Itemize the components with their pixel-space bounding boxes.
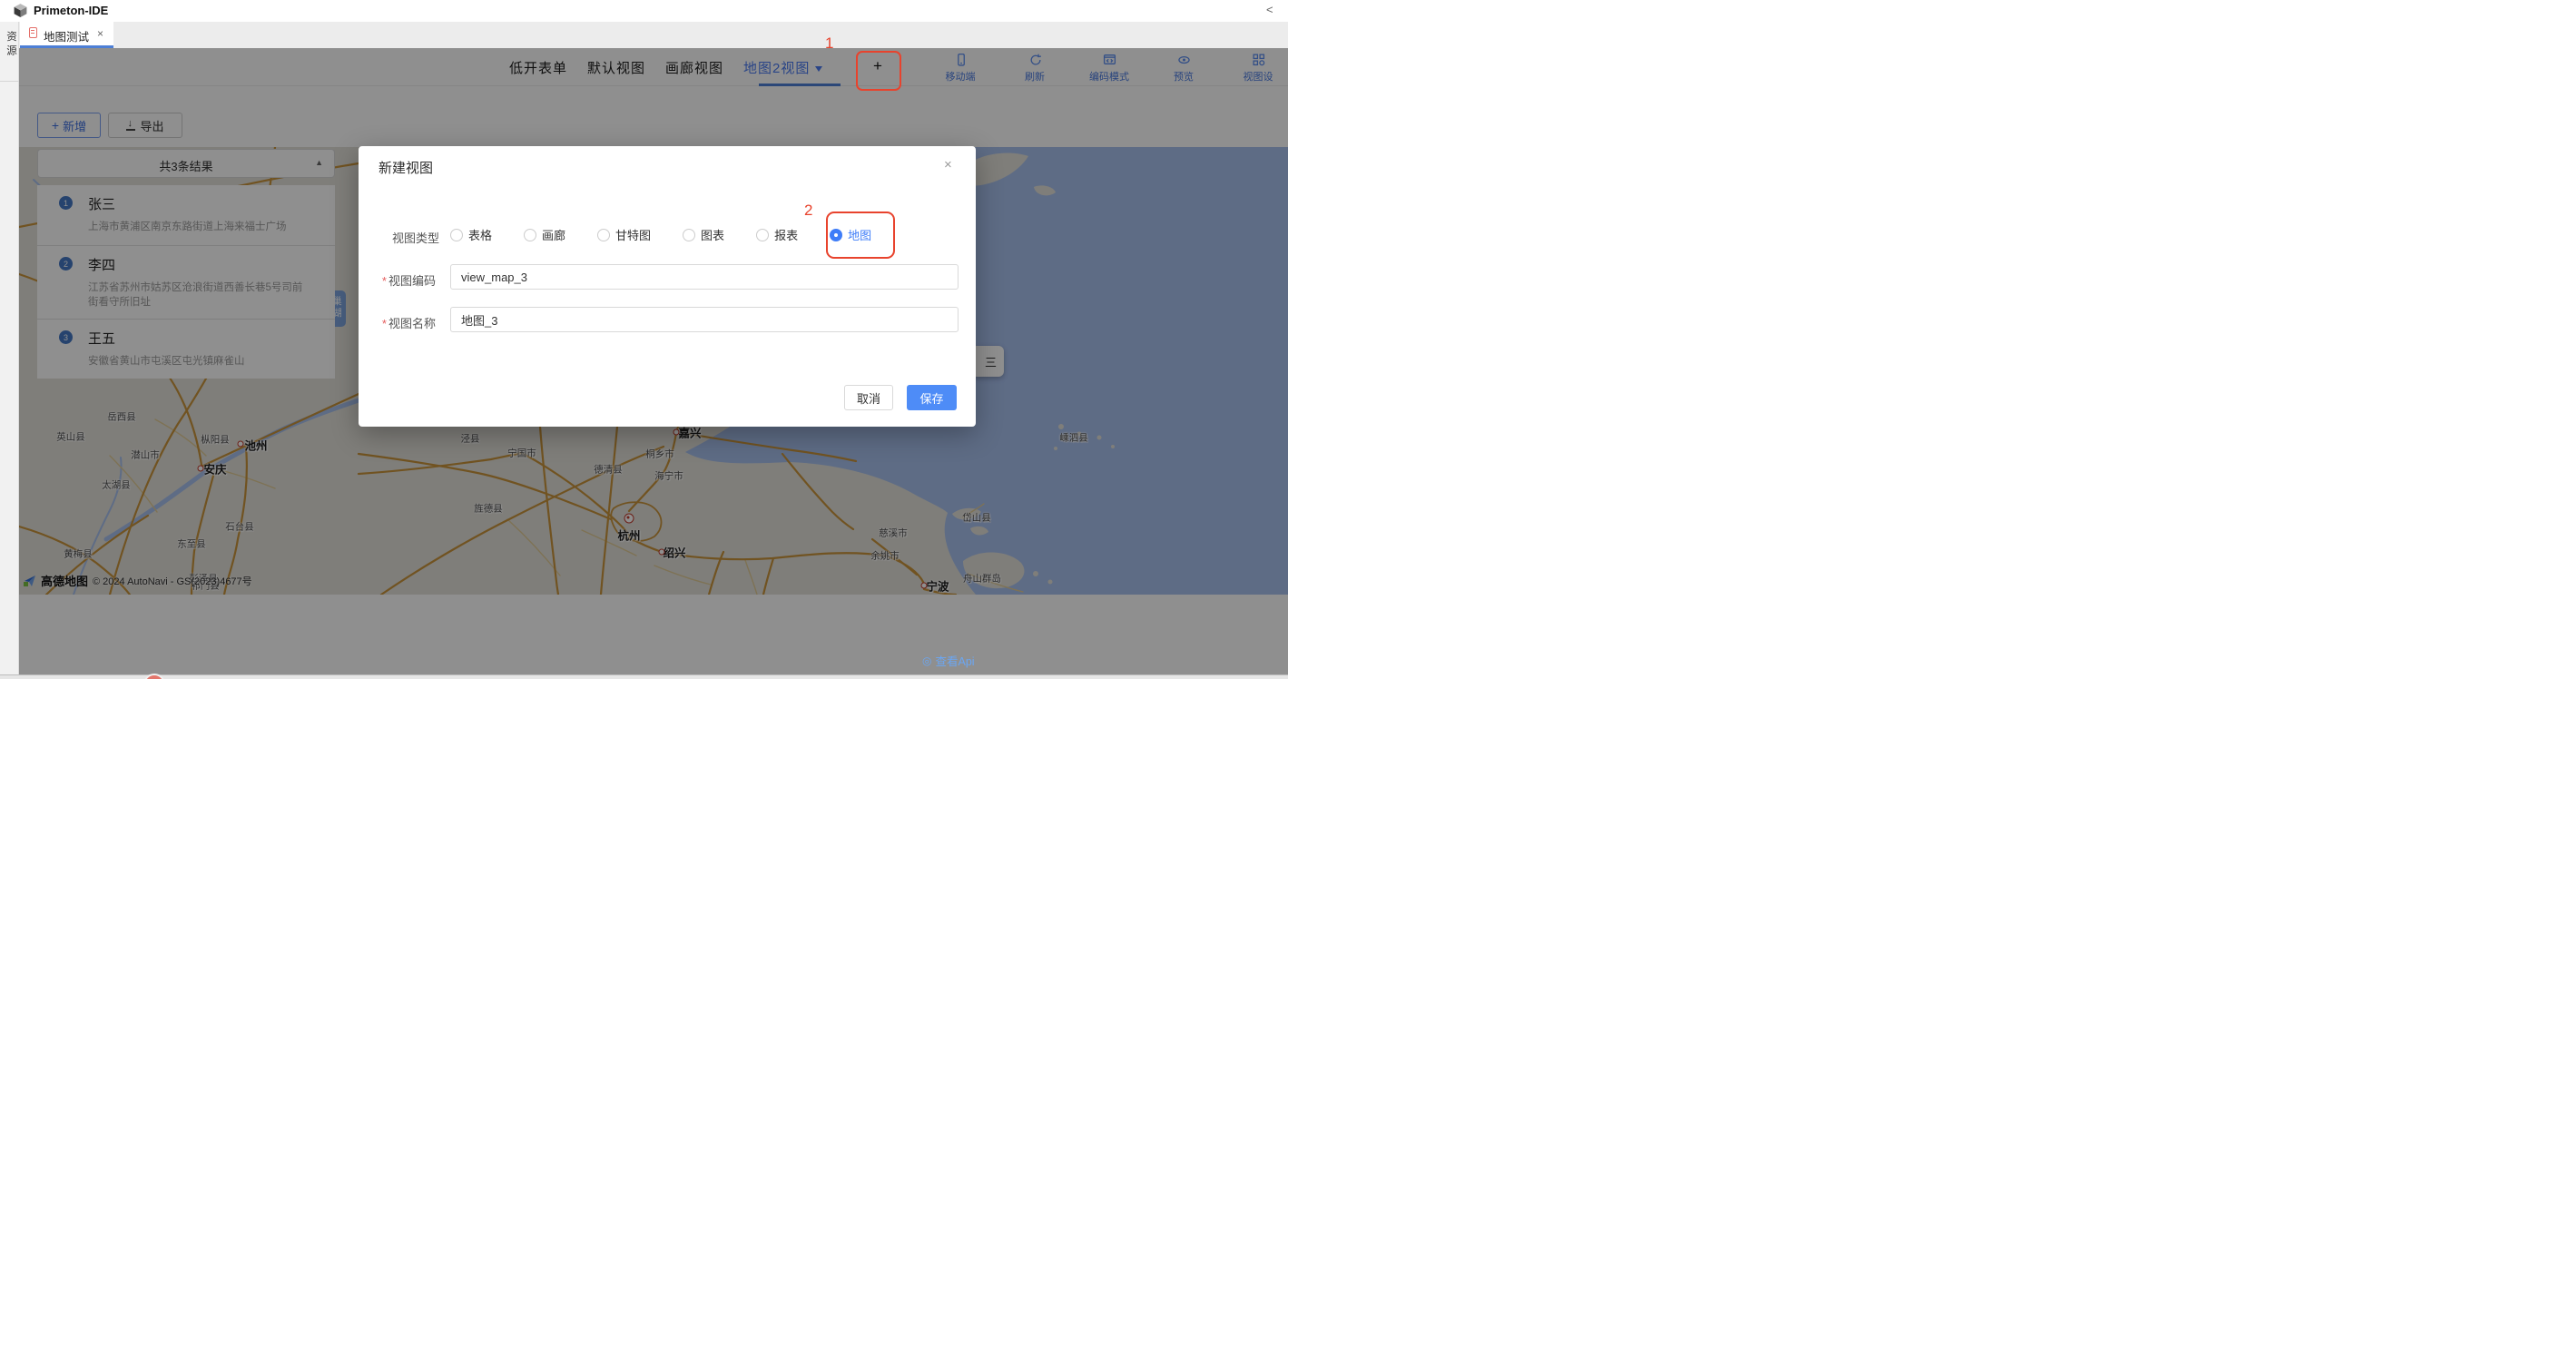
- cancel-button[interactable]: 取消: [844, 385, 893, 410]
- sidebar-resource-label: 资源: [0, 31, 19, 59]
- dialog-title: 新建视图: [379, 158, 433, 177]
- collapse-chevron-icon[interactable]: <: [1266, 3, 1273, 16]
- primeton-ide-window: Primeton-IDE < 地图测试 × 资源 低开表单默认视图画廊视图地图2…: [0, 0, 1288, 679]
- radio-报表[interactable]: 报表: [756, 226, 798, 243]
- annotation-step-2: 2: [804, 202, 812, 220]
- eye-icon: ◎: [922, 654, 931, 667]
- radio-表格[interactable]: 表格: [450, 226, 492, 243]
- annotation-box-add-view: [856, 51, 901, 91]
- radio-label: 甘特图: [615, 226, 651, 243]
- radio-图表[interactable]: 图表: [683, 226, 724, 243]
- view-type-label: 视图类型: [392, 229, 439, 246]
- radio-circle-icon[interactable]: [756, 229, 769, 241]
- radio-甘特图[interactable]: 甘特图: [597, 226, 651, 243]
- view-name-input[interactable]: [450, 307, 959, 332]
- tab-map-test[interactable]: 地图测试 ×: [20, 22, 113, 48]
- radio-label: 图表: [701, 226, 724, 243]
- radio-circle-icon[interactable]: [450, 229, 463, 241]
- radio-label: 报表: [774, 226, 798, 243]
- new-view-dialog: 新建视图 × 视图类型 表格画廊甘特图图表报表地图 *视图编码 *视图名称 取消…: [359, 146, 976, 427]
- app-title: Primeton-IDE: [34, 4, 108, 17]
- radio-label: 画廊: [542, 226, 565, 243]
- required-mark: *: [382, 274, 387, 288]
- radio-画廊[interactable]: 画廊: [524, 226, 565, 243]
- view-code-input[interactable]: [450, 264, 959, 290]
- radio-circle-icon[interactable]: [683, 229, 695, 241]
- resource-sidebar[interactable]: 资源: [0, 22, 19, 675]
- annotation-step-1: 1: [825, 34, 833, 53]
- view-type-radio-group: 表格画廊甘特图图表报表地图: [450, 226, 871, 243]
- radio-circle-icon[interactable]: [524, 229, 536, 241]
- app-logo-cube-icon: [13, 3, 28, 18]
- radio-circle-icon[interactable]: [597, 229, 610, 241]
- tab-label: 地图测试: [44, 27, 89, 44]
- annotation-box-map-radio: [826, 212, 895, 259]
- close-icon[interactable]: ×: [97, 27, 103, 40]
- sidebar-divider: [0, 81, 19, 82]
- view-api-link[interactable]: ◎ 查看Api: [922, 652, 975, 669]
- view-code-label: *视图编码: [372, 271, 436, 289]
- save-button[interactable]: 保存: [907, 385, 957, 410]
- document-icon: [29, 27, 37, 38]
- radio-label: 表格: [468, 226, 492, 243]
- view-api-label: 查看Api: [935, 652, 974, 669]
- bottom-strip: [0, 674, 1288, 679]
- title-bar: Primeton-IDE <: [0, 0, 1288, 23]
- required-mark: *: [382, 317, 387, 330]
- dialog-close-icon[interactable]: ×: [944, 157, 952, 172]
- document-tab-strip: 地图测试 ×: [19, 22, 1288, 48]
- view-name-label: *视图名称: [372, 314, 436, 331]
